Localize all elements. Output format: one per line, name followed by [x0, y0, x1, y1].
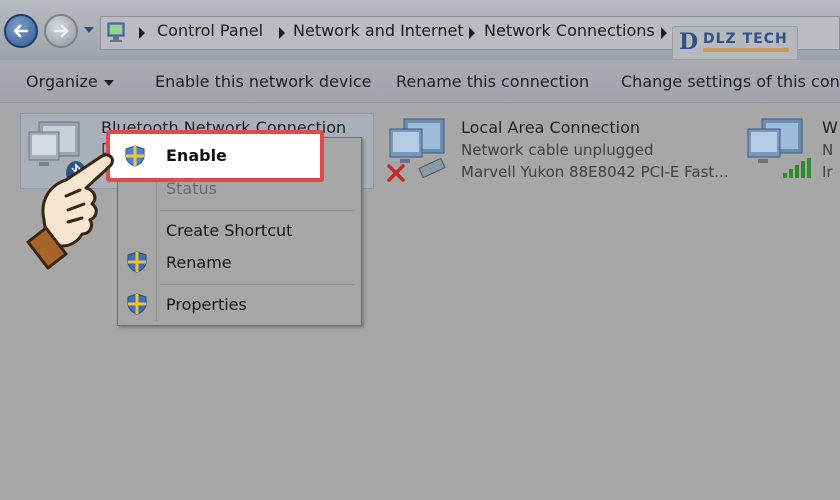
- back-button[interactable]: [4, 14, 38, 48]
- connection-status: N: [822, 141, 834, 159]
- breadcrumb-network-internet[interactable]: Network and Internet: [293, 21, 464, 40]
- logo-tagline-bar: [703, 48, 789, 52]
- breadcrumb-separator-icon[interactable]: [469, 27, 475, 39]
- back-arrow-icon: [13, 24, 29, 38]
- breadcrumb-separator-icon[interactable]: [279, 27, 285, 39]
- breadcrumb-network-connections[interactable]: Network Connections: [484, 21, 655, 40]
- shield-icon: [127, 251, 147, 273]
- menu-item-enable[interactable]: Enable: [106, 130, 324, 182]
- signal-strength-icon: [783, 158, 811, 178]
- forward-button[interactable]: [44, 14, 78, 48]
- rename-connection-button[interactable]: Rename this connection: [396, 72, 589, 91]
- command-bar: Organize Enable this network device Rena…: [0, 60, 840, 103]
- connection-device: Ir: [822, 163, 833, 181]
- menu-item-properties[interactable]: Properties: [166, 295, 247, 314]
- watermark-logo: D DLZ TECH: [672, 26, 798, 60]
- forward-arrow-icon: [53, 24, 69, 38]
- control-panel-icon: [107, 22, 125, 42]
- shield-icon: [127, 293, 147, 315]
- address-bar: Control Panel Network and Internet Netwo…: [0, 0, 840, 60]
- change-settings-button[interactable]: Change settings of this conne: [621, 72, 840, 91]
- organize-menu[interactable]: Organize: [26, 72, 114, 91]
- pointing-hand-icon: [26, 153, 114, 270]
- logo-text: DLZ TECH: [703, 31, 788, 47]
- disconnected-x-icon: [387, 164, 405, 182]
- menu-item-enable-label: Enable: [166, 146, 227, 165]
- history-dropdown-icon[interactable]: [84, 27, 94, 33]
- logo-mark: D: [679, 29, 699, 55]
- shield-icon: [125, 145, 145, 167]
- breadcrumb-separator-icon[interactable]: [139, 27, 145, 39]
- connection-device: Marvell Yukon 88E8042 PCI-E Fast...: [461, 163, 729, 181]
- enable-device-button[interactable]: Enable this network device: [155, 72, 371, 91]
- menu-divider: [160, 210, 354, 211]
- connection-status: Network cable unplugged: [461, 141, 654, 159]
- menu-item-create-shortcut[interactable]: Create Shortcut: [166, 221, 292, 240]
- organize-label: Organize: [26, 72, 98, 91]
- breadcrumb-separator-icon[interactable]: [661, 27, 667, 39]
- breadcrumb-control-panel[interactable]: Control Panel: [157, 21, 263, 40]
- wireless-connection-item[interactable]: W N Ir: [746, 113, 840, 193]
- connection-title: Local Area Connection: [461, 118, 640, 137]
- menu-divider: [160, 284, 354, 285]
- local-area-connection-item[interactable]: Local Area Connection Network cable unpl…: [384, 113, 740, 193]
- connection-title: W: [822, 118, 838, 137]
- chevron-down-icon: [103, 79, 114, 86]
- menu-item-rename[interactable]: Rename: [166, 253, 232, 272]
